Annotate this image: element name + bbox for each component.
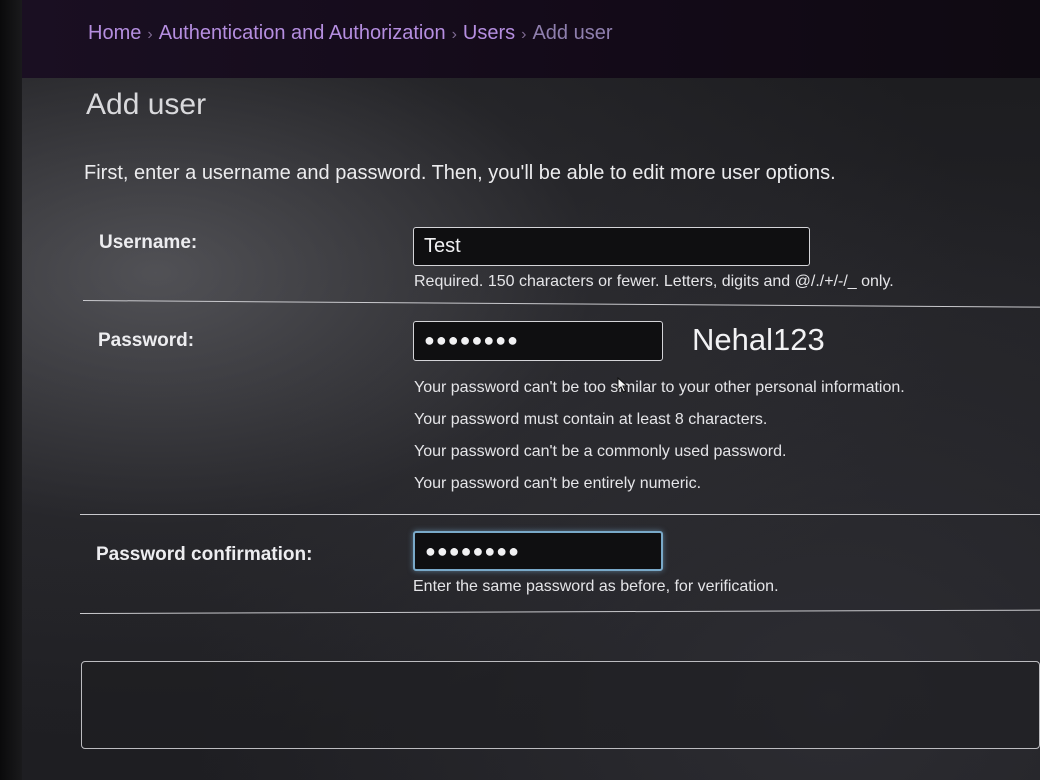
password-annotation: Nehal123	[692, 322, 825, 357]
password-help-length: Your password must contain at least 8 ch…	[414, 411, 768, 428]
page-title: Add user	[86, 88, 207, 121]
password-confirmation-label: Password confirmation:	[96, 544, 313, 565]
username-input[interactable]: Test	[413, 227, 810, 266]
screen: Home › Authentication and Authorization › Us…	[0, 0, 1040, 780]
breadcrumb: Home › Authentication and Authorization › Us…	[88, 22, 613, 45]
password-input[interactable]: ●●●●●●●●	[413, 321, 663, 361]
breadcrumb-separator: ›	[521, 26, 527, 43]
password-label: Password:	[98, 330, 195, 351]
monitor-bezel	[0, 0, 22, 780]
row-divider	[82, 300, 1040, 308]
row-divider	[79, 609, 1040, 614]
password-help-common: Your password can't be a commonly used p…	[414, 443, 787, 460]
row-divider	[80, 514, 1040, 515]
breadcrumb-users-link[interactable]: Users	[463, 22, 515, 44]
password-confirmation-help: Enter the same password as before, for v…	[413, 578, 779, 595]
mouse-pointer-icon	[617, 377, 629, 393]
submit-row-box	[81, 661, 1040, 749]
password-help-similar: Your password can't be too similar to yo…	[414, 379, 905, 396]
breadcrumb-home-link[interactable]: Home	[88, 22, 141, 44]
password-help-numeric: Your password can't be entirely numeric.	[414, 475, 702, 492]
username-help: Required. 150 characters or fewer. Lette…	[414, 273, 894, 290]
breadcrumb-current: Add user	[532, 22, 613, 44]
breadcrumb-separator: ›	[147, 26, 153, 43]
intro-text: First, enter a username and password. Th…	[84, 162, 836, 184]
password-confirmation-input[interactable]: ●●●●●●●●	[413, 531, 663, 571]
breadcrumb-separator: ›	[451, 26, 457, 43]
breadcrumb-auth-link[interactable]: Authentication and Authorization	[159, 22, 446, 44]
username-label: Username:	[99, 232, 198, 253]
